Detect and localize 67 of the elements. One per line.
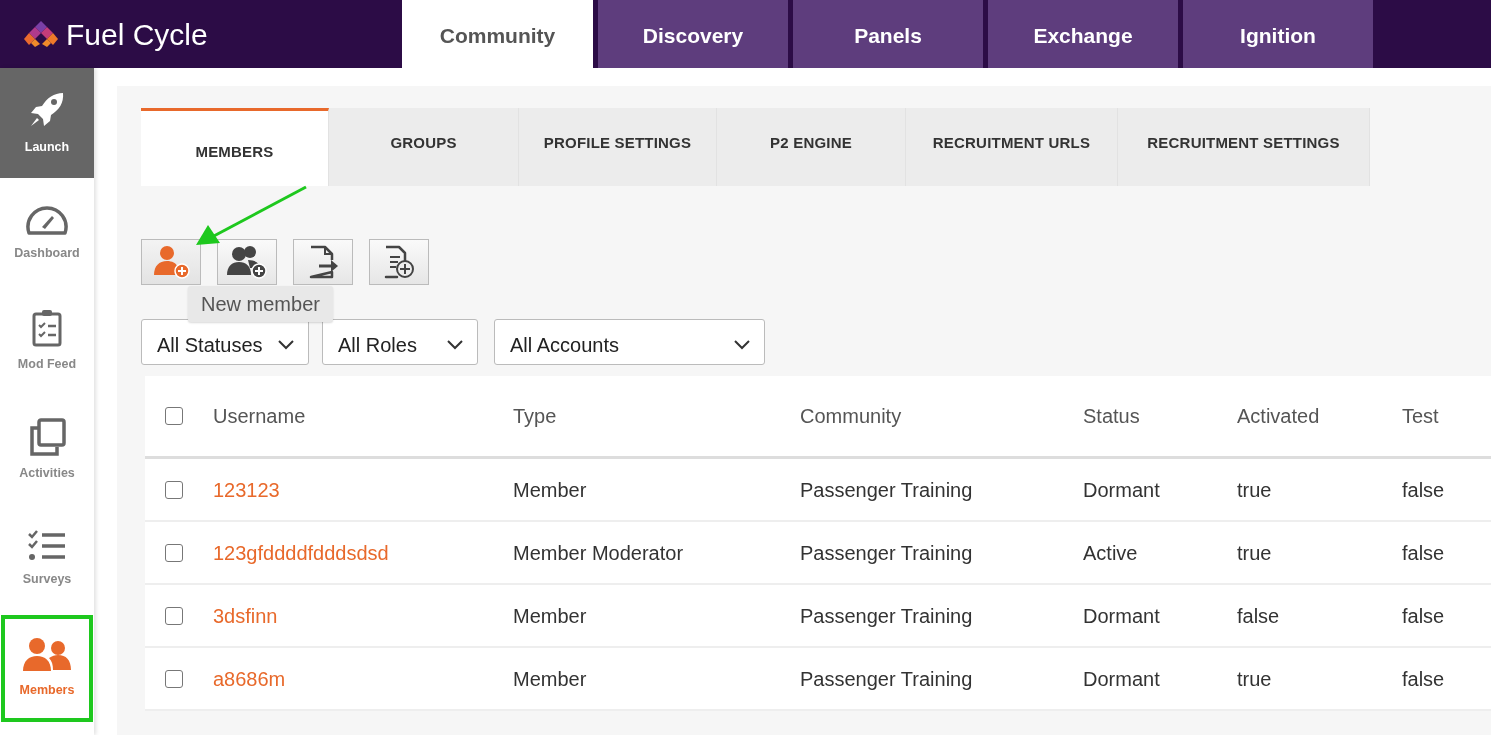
table-cell-text: Member (513, 603, 588, 629)
column-header: Status (1083, 404, 1141, 429)
checkbox[interactable] (165, 407, 183, 425)
table-cell-text: Dormant (1083, 477, 1161, 503)
copy-icon (28, 418, 66, 457)
caret-icon (278, 340, 294, 350)
toolbar-button[interactable] (217, 239, 277, 285)
sidebar-item[interactable]: Launch (0, 68, 94, 178)
section-tab[interactable]: RECRUITMENT URLS (906, 108, 1118, 186)
document-add-icon (383, 245, 415, 279)
filter-dropdown[interactable]: All Accounts (494, 319, 765, 365)
nav-tab[interactable]: Ignition (1183, 0, 1373, 68)
caret-icon (447, 340, 463, 350)
table-cell-text: Member Moderator (513, 540, 685, 566)
table-cell-text: Passenger Training (800, 477, 974, 503)
brand-name: Fuel Cycle (66, 16, 208, 53)
table-cell-text: false (1402, 477, 1446, 503)
sidebar-item[interactable]: Mod Feed (0, 287, 94, 396)
table-cell-text: Passenger Training (800, 540, 974, 566)
checkbox[interactable] (165, 543, 183, 562)
checkbox[interactable] (165, 606, 183, 625)
table-cell-text: false (1402, 540, 1446, 566)
sidebar-item[interactable]: Activities (0, 396, 94, 505)
sidebar-item[interactable]: Dashboard (0, 178, 94, 287)
checkbox[interactable] (165, 669, 183, 688)
caret-icon (734, 340, 750, 350)
table-cell-text: true (1237, 540, 1273, 566)
filter-dropdown[interactable]: All Roles (322, 319, 478, 365)
table-cell-text: Active (1083, 540, 1139, 566)
toolbar-button[interactable] (293, 239, 353, 285)
column-header: Test (1402, 404, 1440, 429)
table-cell-text: Passenger Training (800, 603, 974, 629)
table-cell-text: Dormant (1083, 666, 1161, 692)
table-cell-text: true (1237, 666, 1273, 692)
column-header: Activated (1237, 404, 1321, 429)
checkbox[interactable] (165, 480, 183, 499)
table-cell-text: Member (513, 666, 588, 692)
checklist-icon (27, 530, 67, 563)
clipboard-icon (31, 309, 63, 348)
nav-tab[interactable]: Exchange (988, 0, 1178, 68)
section-tab[interactable]: MEMBERS (141, 108, 329, 186)
table-cell-text: false (1237, 603, 1281, 629)
logo-icon (24, 21, 58, 47)
section-tab[interactable]: PROFILE SETTINGS (519, 108, 717, 186)
nav-tab[interactable]: Panels (793, 0, 983, 68)
column-header: Username (213, 404, 307, 429)
table-cell-text: Dormant (1083, 603, 1161, 629)
column-header: Type (513, 404, 558, 429)
table-cell-text: true (1237, 477, 1273, 503)
toolbar-button[interactable] (369, 239, 429, 285)
section-tab[interactable]: GROUPS (329, 108, 519, 186)
section-tab[interactable]: P2 ENGINE (717, 108, 906, 186)
filter-dropdown[interactable]: All Statuses (141, 319, 309, 365)
table-cell-text: Passenger Training (800, 666, 974, 692)
table-cell-text: Member (513, 477, 588, 503)
people-icon (22, 637, 72, 674)
person-add-icon (151, 245, 191, 279)
nav-tab[interactable]: Community (402, 0, 593, 68)
table-cell-text: false (1402, 666, 1446, 692)
tooltip: New member (188, 286, 333, 322)
nav-tab[interactable]: Discovery (598, 0, 788, 68)
section-tab[interactable]: RECRUITMENT SETTINGS (1118, 108, 1370, 186)
sidebar-item[interactable]: Surveys (0, 505, 94, 614)
file-export-icon (307, 245, 339, 279)
table-cell-text: false (1402, 603, 1446, 629)
column-header: Community (800, 404, 903, 429)
people-add-icon (226, 245, 268, 279)
